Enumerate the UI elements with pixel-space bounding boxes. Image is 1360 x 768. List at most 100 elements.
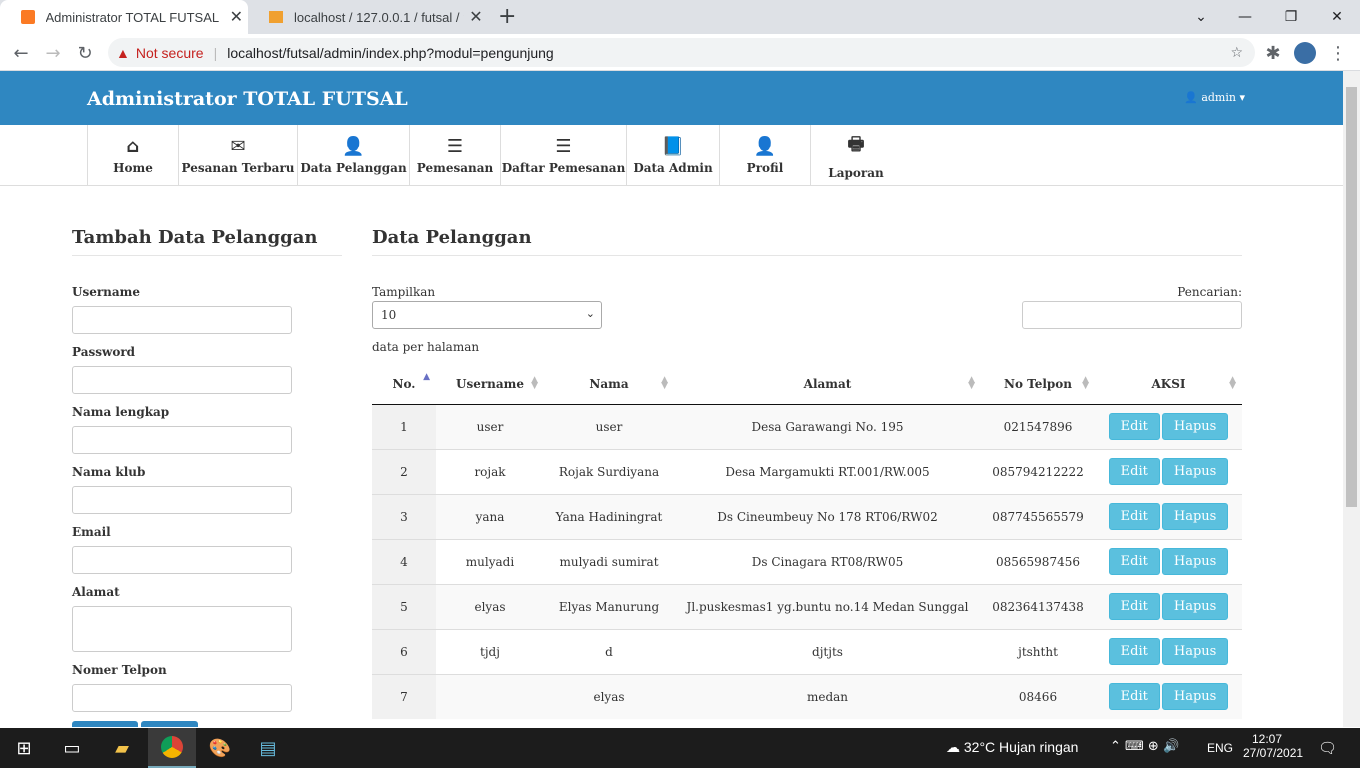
menu-pemesanan[interactable]: ☰ Pemesanan [409,125,500,186]
save-button[interactable] [72,721,138,727]
close-tab-icon[interactable]: ✕ [225,7,248,27]
admin-user-menu[interactable]: 👤 admin ▾ [1184,91,1245,104]
col-header-alamat[interactable]: Alamat ▲ ▼ [674,364,981,405]
form-title: Tambah Data Pelanggan [72,227,318,248]
file-explorer-icon[interactable]: ▰ [98,728,146,768]
weather-text: 32°C Hujan ringan [963,739,1079,755]
delete-button[interactable]: Hapus [1161,638,1229,665]
book-icon: 📘 [661,136,685,157]
cloud-icon: ☁ [946,740,960,756]
restore-icon[interactable]: ❐ [1268,0,1314,34]
reset-button[interactable] [141,721,198,727]
new-tab-icon[interactable]: + [498,4,516,29]
menu-daftar-pemesanan[interactable]: ☰ Daftar Pemesanan [500,125,626,186]
menu-home[interactable]: ⌂ Home [87,125,178,186]
alamat-textarea[interactable] [72,606,292,652]
chrome-icon[interactable] [148,728,196,768]
edit-button[interactable]: Edit [1108,593,1160,620]
brand-title[interactable]: Administrator TOTAL FUTSAL [87,88,408,110]
cell-no: 6 [372,628,436,674]
search-input[interactable] [1022,301,1242,329]
cell-telpon: 085794212222 [981,448,1095,494]
profile-avatar[interactable] [1292,40,1318,66]
system-tray-icons[interactable]: ⌃ ⌨ ⊕ 🔊 [1110,739,1179,754]
weather-widget[interactable]: ☁ 32°C Hujan ringan [946,739,1078,756]
back-icon[interactable]: ← [8,40,34,66]
username-label: Username [72,285,141,299]
header-label: Nama [589,376,629,391]
forward-icon[interactable]: → [40,40,66,66]
clock[interactable]: 12:07 27/07/2021 [1243,732,1303,760]
cell-telpon: 08565987456 [981,538,1095,584]
menu-profil[interactable]: 👤 Profil [719,125,810,186]
admin-label: admin [1201,91,1236,104]
col-header-no[interactable]: No. ▲ [372,364,436,405]
col-header-username[interactable]: Username ▲ ▼ [436,364,544,405]
menu-label: Profil [746,161,784,175]
cell-alamat: medan [674,673,981,719]
extensions-icon[interactable]: ✱ [1260,40,1286,66]
menu-data-admin[interactable]: 📘 Data Admin [626,125,719,186]
col-header-nama[interactable]: Nama ▲ ▼ [544,364,674,405]
edit-button[interactable]: Edit [1108,683,1160,711]
sort-icon: ▲ ▼ [661,375,668,391]
delete-button[interactable]: Hapus [1161,683,1229,711]
scrollbar-thumb[interactable] [1346,87,1357,507]
browser-tab-strip: Administrator TOTAL FUTSAL ✕ localhost /… [0,0,1360,34]
language-indicator[interactable]: ENG [1207,741,1233,755]
notepad-icon[interactable]: ▤ [244,728,292,768]
not-secure-label[interactable]: Not secure [136,45,204,61]
browser-tab[interactable]: localhost / 127.0.0.1 / futsal / pel ✕ [248,0,488,34]
delete-button[interactable]: Hapus [1161,503,1229,530]
edit-button[interactable]: Edit [1108,548,1160,575]
edit-button[interactable]: Edit [1108,638,1160,665]
task-view-icon[interactable]: ▭ [48,728,96,768]
delete-button[interactable]: Hapus [1161,593,1229,620]
delete-button[interactable]: Hapus [1161,548,1229,575]
edit-button[interactable]: Edit [1108,458,1160,485]
browser-tab-active[interactable]: Administrator TOTAL FUTSAL ✕ [0,0,248,34]
minimize-icon[interactable]: — [1222,0,1268,34]
page-length-select[interactable]: 10 ⌄ [372,301,602,329]
cell-username: yana [436,493,544,539]
menu-laporan[interactable]: 🖶 Laporan [810,125,901,186]
close-window-icon[interactable]: ✕ [1314,0,1360,34]
tab-search-icon[interactable]: ⌄ [1178,0,1224,34]
reload-icon[interactable]: ↻ [72,40,98,66]
cell-nama: elyas [544,673,674,719]
password-field[interactable] [72,366,292,394]
menu-label: Daftar Pemesanan [501,161,626,175]
delete-button[interactable]: Hapus [1161,458,1229,485]
edit-button[interactable]: Edit [1108,413,1160,440]
cell-nama: mulyadi sumirat [544,538,674,584]
username-field[interactable] [72,306,292,334]
alamat-label: Alamat [72,585,120,599]
windows-start-icon[interactable]: ⊞ [0,728,48,768]
divider [72,255,342,256]
cell-username: tjdj [436,628,544,674]
col-header-telpon[interactable]: No Telpon ▲ ▼ [981,364,1095,405]
bookmark-star-icon[interactable]: ☆ [1230,45,1243,61]
edit-button[interactable]: Edit [1108,503,1160,530]
col-header-aksi[interactable]: AKSI ▲ ▼ [1095,364,1242,405]
sort-icon: ▲ ▼ [531,375,538,391]
nama-klub-field[interactable] [72,486,292,514]
browser-menu-icon[interactable]: ⋮ [1325,40,1351,66]
email-field[interactable] [72,546,292,574]
menu-label: Data Admin [633,161,713,175]
menu-data-pelanggan[interactable]: 👤 Data Pelanggan [297,125,409,186]
paint-icon[interactable]: 🎨 [196,728,244,768]
nomer-telpon-field[interactable] [72,684,292,712]
delete-button[interactable]: Hapus [1161,413,1229,440]
nama-klub-label: Nama klub [72,465,146,479]
menu-pesanan-terbaru[interactable]: ✉ Pesanan Terbaru [178,125,297,186]
notifications-icon[interactable]: 🗨 [1305,728,1350,768]
cell-username: mulyadi [436,538,544,584]
nama-lengkap-field[interactable] [72,426,292,454]
cell-no: 2 [372,448,436,494]
menu-label: Home [113,161,153,175]
page-scrollbar[interactable] [1343,71,1360,727]
close-tab-icon[interactable]: ✕ [464,7,488,27]
url-field[interactable]: ▲ Not secure | localhost/futsal/admin/in… [108,38,1255,67]
cell-username: rojak [436,448,544,494]
